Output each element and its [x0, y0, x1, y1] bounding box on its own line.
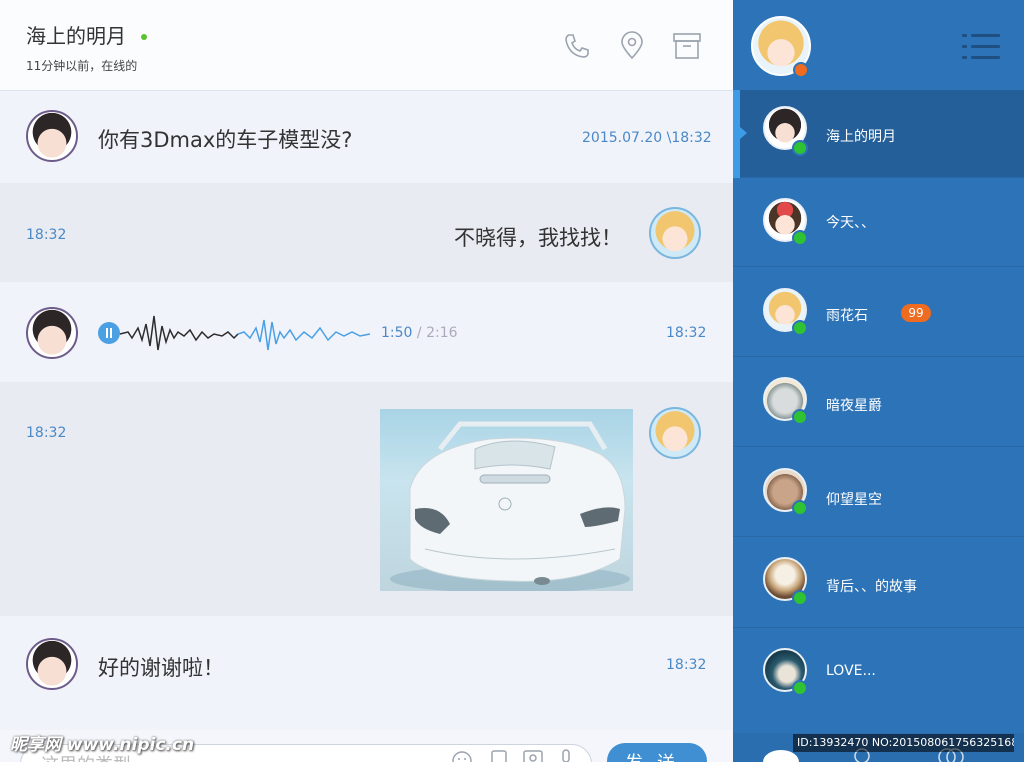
online-status-dot [792, 500, 808, 516]
contact-name: 海上的明月 [826, 129, 896, 145]
contact-item[interactable]: 今天、、 [733, 179, 1024, 267]
chat-pane: 海上的明月 11分钟以前，在线的 你有3Dmax的车子模型没? 2015.07.… [0, 0, 733, 762]
online-indicator [141, 34, 147, 40]
archive-icon[interactable] [671, 30, 703, 62]
online-status-dot [792, 230, 808, 246]
active-arrow-icon [740, 127, 747, 139]
contact-name: 雨花石 [826, 308, 868, 324]
contact-item[interactable]: 背后、、的故事 [733, 540, 1024, 628]
audio-total: / 2:16 [416, 325, 458, 341]
contact-status: 11分钟以前，在线的 [26, 59, 138, 73]
message-time: 18:32 [26, 425, 67, 441]
my-avatar[interactable] [649, 207, 701, 259]
user-status-dot [793, 62, 809, 78]
site-watermark: 昵享网 www.nipic.cn [10, 735, 195, 755]
contact-avatar[interactable] [26, 638, 78, 690]
message-row [0, 183, 733, 282]
audio-waveform[interactable] [98, 310, 378, 358]
contact-name: 今天、、 [826, 215, 875, 231]
message-time: 18:32 [666, 657, 707, 673]
message-text: 不晓得，我找找！ [454, 226, 622, 250]
message-text: 好的谢谢啦！ [98, 656, 224, 680]
audio-played: 1:50 [381, 325, 413, 341]
online-status-dot [792, 409, 808, 425]
message-text: 你有3Dmax的车子模型没? [98, 128, 353, 152]
contact-name: LOVE... [826, 663, 876, 679]
location-icon[interactable] [616, 30, 648, 62]
contact-item[interactable]: 海上的明月 [733, 90, 1024, 178]
emoji-icon[interactable] [451, 750, 473, 762]
online-status-dot [792, 680, 808, 696]
car-illustration [390, 421, 630, 591]
menu-icon[interactable] [962, 33, 1002, 61]
contacts-sidebar: 海上的明月 今天、、 雨花石 99 暗夜星爵 仰望星空 背后、、的故事 LOVE… [733, 0, 1024, 762]
chat-header: 海上的明月 11分钟以前，在线的 [0, 0, 733, 91]
image-id-watermark: ID:13932470 NO:20150806175632516821 [793, 734, 1014, 752]
contact-name: 背后、、的故事 [826, 579, 917, 595]
active-indicator [733, 90, 740, 178]
message-time: 2015.07.20 \18:32 [582, 130, 712, 146]
message-time: 18:32 [26, 227, 67, 243]
audio-time: 1:50 / 2:16 [381, 325, 458, 341]
my-avatar[interactable] [649, 407, 701, 459]
chat-app: 海上的明月 11分钟以前，在线的 你有3Dmax的车子模型没? 2015.07.… [0, 0, 1024, 762]
car-model-image[interactable] [380, 409, 633, 591]
contact-avatar[interactable] [26, 307, 78, 359]
microphone-icon[interactable] [555, 748, 577, 762]
online-status-dot [792, 590, 808, 606]
online-status-dot [792, 320, 808, 336]
sidebar-header [733, 0, 1024, 89]
file-icon[interactable] [488, 748, 510, 762]
contact-name: 海上的明月 [26, 24, 126, 48]
image-icon[interactable] [522, 748, 544, 762]
phone-icon[interactable] [561, 30, 593, 62]
contact-name: 仰望星空 [826, 492, 882, 508]
send-button[interactable]: 发送 [607, 743, 707, 762]
contact-name: 暗夜星爵 [826, 398, 882, 414]
unread-badge: 99 [901, 304, 931, 322]
contact-avatar[interactable] [26, 110, 78, 162]
online-status-dot [792, 140, 808, 156]
contact-item[interactable]: 雨花石 99 [733, 269, 1024, 357]
contact-item[interactable]: 暗夜星爵 [733, 359, 1024, 447]
contact-item[interactable]: LOVE... [733, 630, 1024, 718]
contact-item[interactable]: 仰望星空 [733, 449, 1024, 537]
message-time: 18:32 [666, 325, 707, 341]
